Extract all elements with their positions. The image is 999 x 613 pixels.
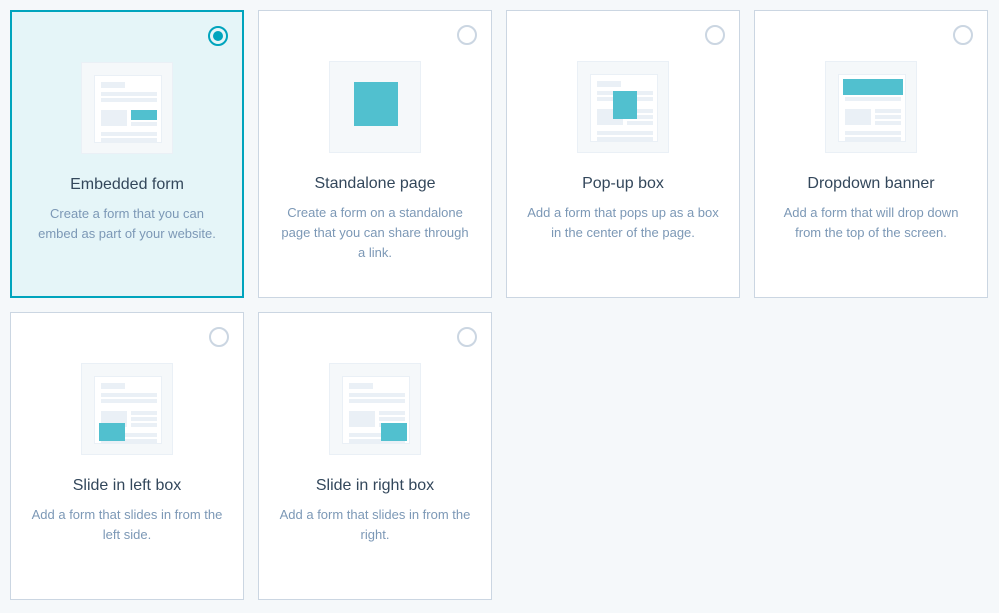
option-card-dropdown-banner[interactable]: Dropdown banner Add a form that will drop… <box>754 10 988 298</box>
option-description: Add a form that slides in from the right… <box>277 505 473 545</box>
option-card-standalone-page[interactable]: Standalone page Create a form on a standa… <box>258 10 492 298</box>
option-title: Pop-up box <box>582 175 664 193</box>
radio-icon[interactable] <box>953 25 973 45</box>
preview-thumbnail-slideright <box>329 363 421 455</box>
preview-thumbnail-dropdown <box>825 61 917 153</box>
radio-icon[interactable] <box>209 327 229 347</box>
radio-icon[interactable] <box>705 25 725 45</box>
radio-icon[interactable] <box>457 25 477 45</box>
option-description: Create a form on a standalone page that … <box>277 203 473 263</box>
option-description: Add a form that slides in from the left … <box>29 505 225 545</box>
option-card-slide-left[interactable]: Slide in left box Add a form that slides … <box>10 312 244 600</box>
option-description: Add a form that will drop down from the … <box>773 203 969 243</box>
preview-thumbnail-embedded <box>81 62 173 154</box>
preview-thumbnail-slideleft <box>81 363 173 455</box>
option-title: Slide in right box <box>316 477 434 495</box>
option-title: Standalone page <box>315 175 436 193</box>
option-title: Embedded form <box>70 176 184 194</box>
option-card-slide-right[interactable]: Slide in right box Add a form that slides… <box>258 312 492 600</box>
option-card-embedded-form[interactable]: Embedded form Create a form that you can … <box>10 10 244 298</box>
form-type-grid: Embedded form Create a form that you can … <box>10 10 989 600</box>
preview-thumbnail-popup <box>577 61 669 153</box>
option-description: Create a form that you can embed as part… <box>30 204 224 244</box>
option-card-popup-box[interactable]: Pop-up box Add a form that pops up as a b… <box>506 10 740 298</box>
option-title: Dropdown banner <box>807 175 934 193</box>
preview-thumbnail-standalone <box>329 61 421 153</box>
option-description: Add a form that pops up as a box in the … <box>525 203 721 243</box>
option-title: Slide in left box <box>73 477 182 495</box>
radio-icon[interactable] <box>457 327 477 347</box>
radio-icon[interactable] <box>208 26 228 46</box>
